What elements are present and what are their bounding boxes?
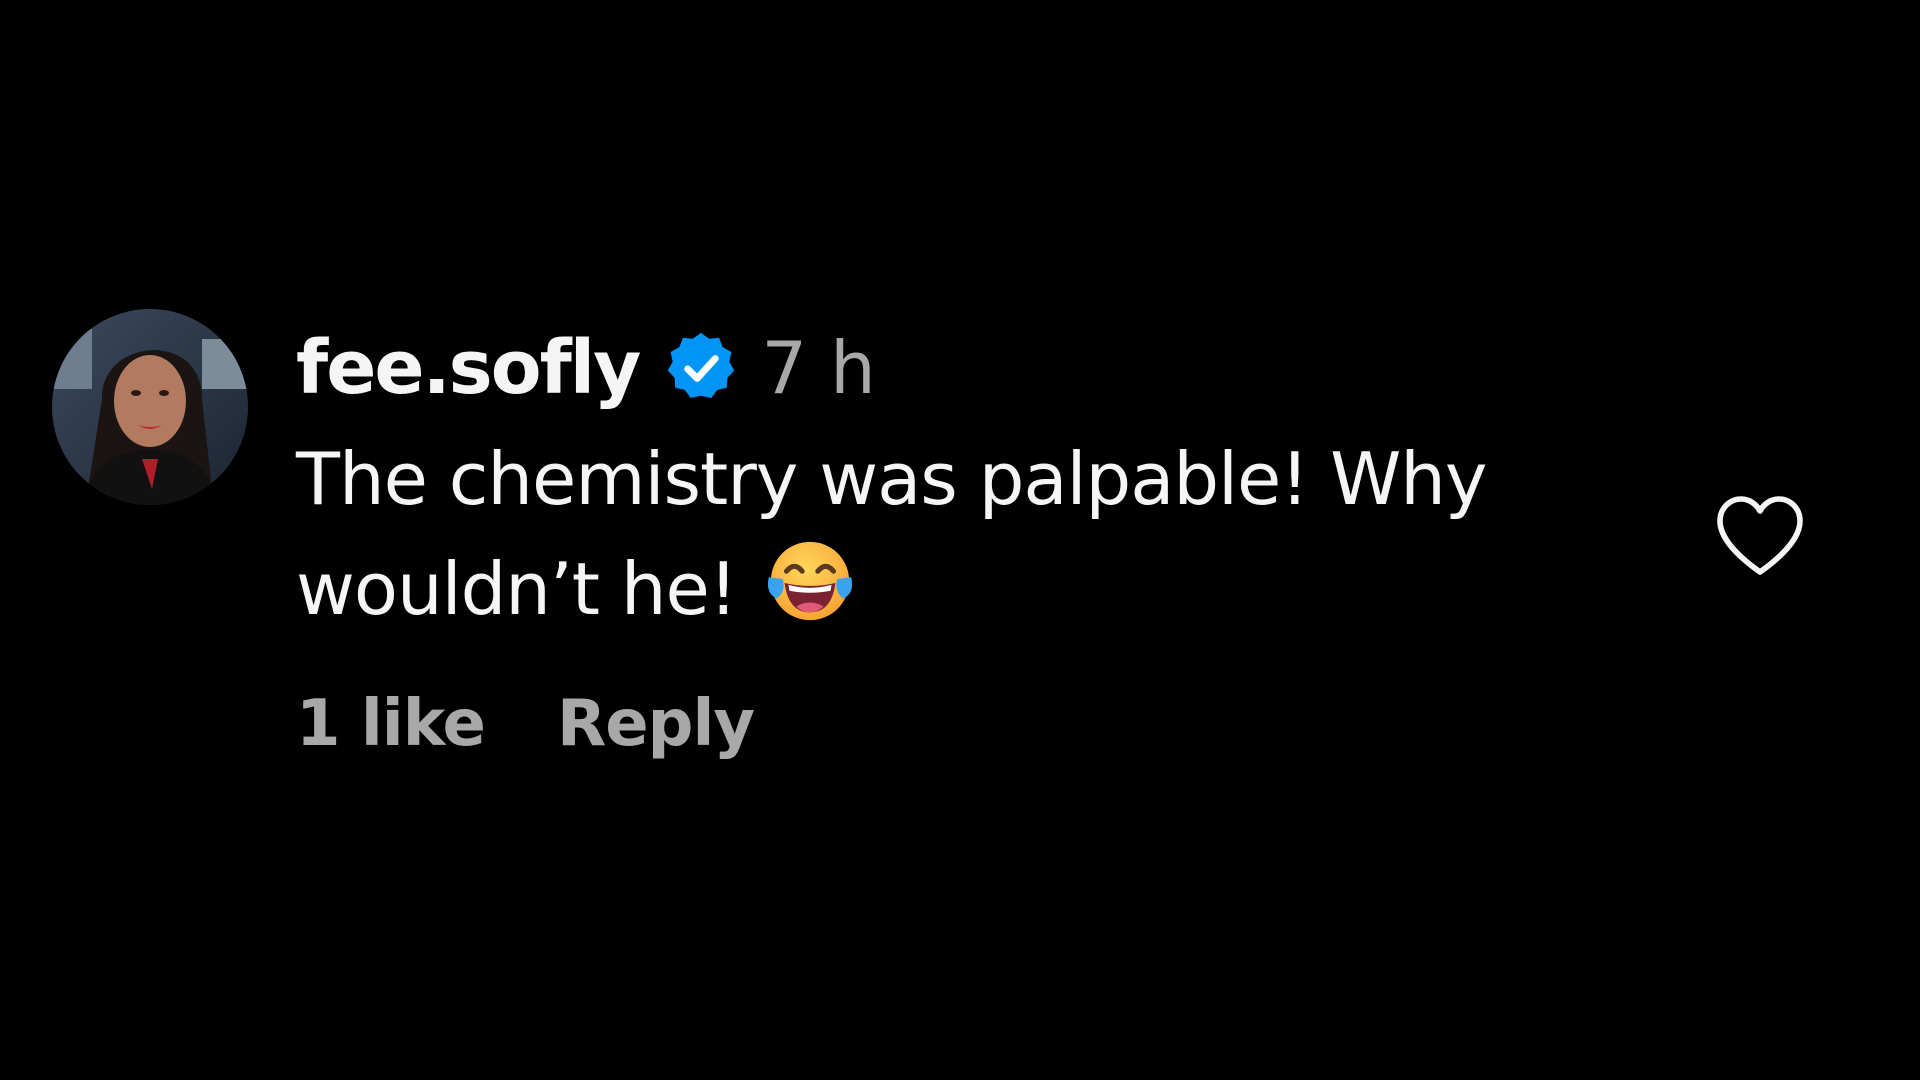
comment-text: The chemistry was palpable! Why wouldn’t… [296,424,1596,644]
timestamp[interactable]: 7 h [761,332,875,404]
comment-text-line-1: The chemistry was palpable! Why [296,437,1488,521]
comment: fee.sofly 7 h The chemistry was palpable… [0,0,1920,1080]
verified-badge-icon [663,330,739,406]
comment-body: fee.sofly 7 h The chemistry was palpable… [296,318,1596,756]
likes-count[interactable]: 1 like [296,692,486,756]
comment-actions: 1 like Reply [296,692,1596,756]
like-button[interactable] [1712,490,1808,580]
username[interactable]: fee.sofly [296,331,641,405]
comment-text-line-2: wouldn’t he! [296,547,738,631]
avatar[interactable] [52,309,248,505]
face-with-tears-of-joy-icon [763,534,857,628]
reply-button[interactable]: Reply [557,692,755,756]
heart-outline-icon [1717,496,1803,575]
avatar-image [52,309,248,505]
comment-header: fee.sofly 7 h [296,318,1596,418]
